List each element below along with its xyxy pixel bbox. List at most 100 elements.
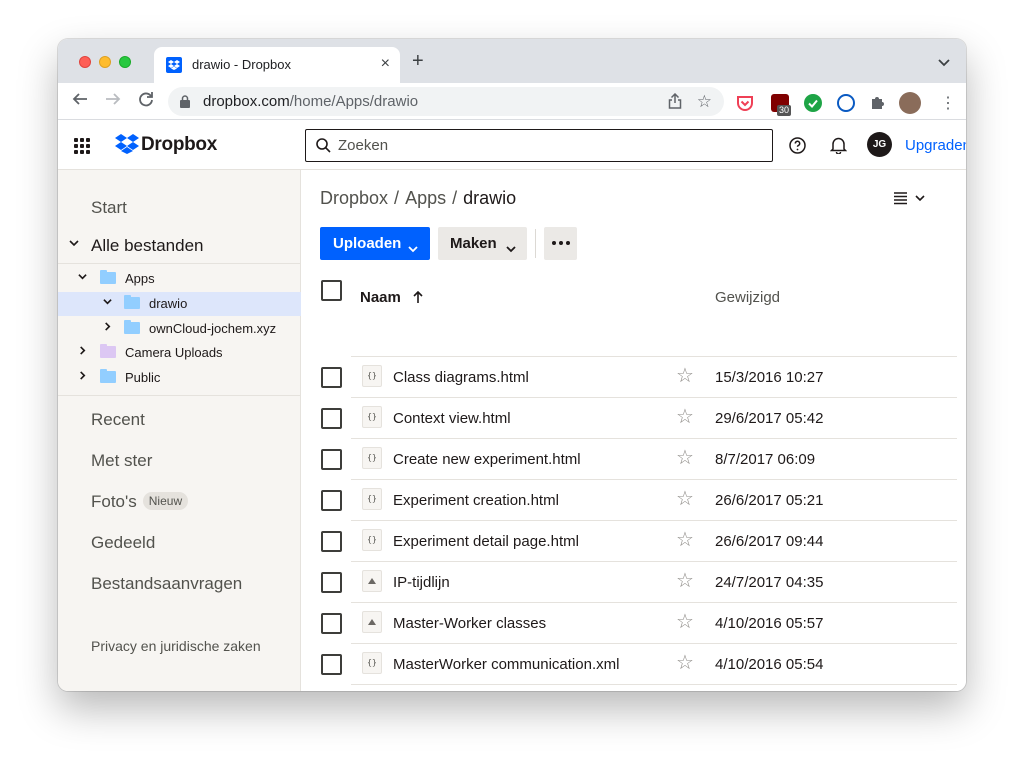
upgrade-link[interactable]: Upgraden	[905, 137, 966, 154]
file-name[interactable]: Master-Worker classes	[393, 615, 546, 632]
sidebar-item-all-files[interactable]: Alle bestanden	[58, 236, 301, 264]
tree-item-owncloud[interactable]: ownCloud-jochem.xyz	[58, 317, 301, 341]
file-row[interactable]: IP-tijdlijn ☆ 24/7/2017 04:35	[301, 562, 966, 603]
tree-item-drawio[interactable]: drawio	[58, 292, 301, 316]
file-name[interactable]: Create new experiment.html	[393, 451, 581, 468]
sidebar: Start Alle bestanden Apps drawio ownClou…	[58, 170, 301, 691]
star-icon[interactable]: ☆	[676, 366, 694, 386]
file-list-header: Naam Gewijzigd	[301, 273, 966, 317]
file-modified: 26/6/2017 05:21	[715, 492, 824, 509]
tree-item-public[interactable]: Public	[58, 366, 301, 390]
search-box[interactable]	[305, 129, 773, 162]
password-manager-icon[interactable]	[837, 94, 855, 112]
upload-button[interactable]: Uploaden	[320, 227, 430, 260]
file-row[interactable]: {} Experiment creation.html ☆ 26/6/2017 05:…	[301, 480, 966, 521]
sidebar-item-start[interactable]: Start	[91, 198, 127, 218]
browser-window: drawio - Dropbox × + dropbox.com/home/Ap…	[58, 39, 966, 691]
star-icon[interactable]: ☆	[676, 489, 694, 509]
chevron-right-icon[interactable]	[103, 322, 112, 334]
row-checkbox[interactable]	[321, 613, 342, 634]
dropbox-logo-icon[interactable]	[115, 134, 139, 159]
breadcrumb-apps[interactable]: Apps	[405, 188, 446, 208]
column-name-header[interactable]: Naam	[360, 289, 401, 306]
sidebar-item-starred[interactable]: Met ster	[91, 451, 152, 471]
help-icon[interactable]	[789, 137, 806, 159]
file-row[interactable]: {} Context view.html ☆ 29/6/2017 05:42	[301, 398, 966, 439]
file-row[interactable]: {}Workflow Diagram.html☆28/10/2016 05:15	[301, 685, 966, 691]
chevron-right-icon[interactable]	[78, 371, 87, 383]
extensions-puzzle-icon[interactable]	[870, 94, 888, 112]
star-icon[interactable]: ☆	[676, 653, 694, 673]
bookmark-star-icon[interactable]: ☆	[697, 92, 712, 112]
row-checkbox[interactable]	[321, 654, 342, 675]
bell-icon[interactable]	[829, 136, 848, 159]
new-tab-button[interactable]: +	[412, 51, 424, 71]
kebab-menu-icon[interactable]: ⋮	[940, 93, 956, 113]
profile-avatar-icon[interactable]	[899, 92, 921, 114]
row-checkbox[interactable]	[321, 572, 342, 593]
code-file-icon: {}	[362, 652, 382, 674]
sidebar-item-recent[interactable]: Recent	[91, 410, 145, 430]
chevron-down-icon[interactable]	[78, 272, 87, 284]
privacy-link[interactable]: Privacy en juridische zaken	[91, 638, 261, 655]
file-name[interactable]: Experiment detail page.html	[393, 533, 579, 550]
shared-folder-icon	[124, 295, 140, 309]
file-name[interactable]: Context view.html	[393, 410, 511, 427]
check-extension-icon[interactable]	[804, 94, 822, 112]
pocket-extension-icon[interactable]	[736, 94, 754, 112]
code-file-icon: {}	[362, 447, 382, 469]
zoom-window-button[interactable]	[119, 56, 131, 68]
tab-search-chevron-icon[interactable]	[938, 54, 950, 72]
row-checkbox[interactable]	[321, 408, 342, 429]
star-icon[interactable]: ☆	[676, 530, 694, 550]
browser-tab[interactable]: drawio - Dropbox ×	[154, 47, 400, 83]
sidebar-item-shared[interactable]: Gedeeld	[91, 533, 155, 553]
reload-icon[interactable]	[138, 91, 154, 111]
tree-item-label: Camera Uploads	[125, 345, 223, 360]
address-bar[interactable]: dropbox.com/home/Apps/drawio ☆	[168, 87, 724, 116]
chevron-down-icon[interactable]	[103, 297, 112, 309]
breadcrumb-dropbox[interactable]: Dropbox	[320, 188, 388, 208]
star-icon[interactable]: ☆	[676, 612, 694, 632]
column-modified-header[interactable]: Gewijzigd	[715, 289, 780, 306]
star-icon[interactable]: ☆	[676, 571, 694, 591]
tree-item-apps[interactable]: Apps	[58, 267, 301, 291]
row-checkbox[interactable]	[321, 531, 342, 552]
chevron-down-icon[interactable]	[69, 238, 79, 251]
file-name[interactable]: Experiment creation.html	[393, 492, 559, 509]
list-view-toggle-icon[interactable]	[893, 190, 927, 211]
minimize-window-button[interactable]	[99, 56, 111, 68]
select-all-checkbox[interactable]	[321, 280, 342, 301]
file-row[interactable]: Master-Worker classes ☆ 4/10/2016 05:57	[301, 603, 966, 644]
forward-arrow-icon[interactable]	[105, 91, 121, 111]
row-checkbox[interactable]	[321, 490, 342, 511]
tree-item-camera-uploads[interactable]: Camera Uploads	[58, 341, 301, 365]
back-arrow-icon[interactable]	[72, 91, 88, 111]
user-avatar[interactable]: JG	[867, 132, 892, 157]
file-name[interactable]: Class diagrams.html	[393, 369, 529, 386]
app-grid-icon[interactable]	[74, 138, 90, 154]
share-icon[interactable]	[668, 92, 682, 114]
more-actions-button[interactable]	[544, 227, 577, 260]
dropbox-wordmark[interactable]: Dropbox	[141, 134, 217, 156]
sort-up-arrow-icon[interactable]	[413, 290, 423, 306]
close-window-button[interactable]	[79, 56, 91, 68]
file-row[interactable]: {} Experiment detail page.html ☆ 26/6/2017 …	[301, 521, 966, 562]
star-icon[interactable]: ☆	[676, 407, 694, 427]
create-button[interactable]: Maken	[438, 227, 527, 260]
search-input[interactable]	[338, 130, 758, 161]
file-name[interactable]: MasterWorker communication.xml	[393, 656, 619, 673]
row-checkbox[interactable]	[321, 449, 342, 470]
code-file-icon: {}	[362, 488, 382, 510]
file-row[interactable]: {} MasterWorker communication.xml ☆ 4/10/20…	[301, 644, 966, 685]
sidebar-item-photos[interactable]: Foto's Nieuw	[91, 492, 189, 512]
sidebar-item-file-requests[interactable]: Bestandsaanvragen	[91, 574, 242, 594]
file-row[interactable]: {} Class diagrams.html ☆ 15/3/2016 10:27	[301, 357, 966, 398]
row-checkbox[interactable]	[321, 367, 342, 388]
chevron-right-icon[interactable]	[78, 346, 87, 358]
lock-icon[interactable]	[180, 95, 190, 113]
tab-close-icon[interactable]: ×	[381, 55, 390, 73]
file-name[interactable]: IP-tijdlijn	[393, 574, 450, 591]
star-icon[interactable]: ☆	[676, 448, 694, 468]
file-row[interactable]: {} Create new experiment.html ☆ 8/7/2017 06…	[301, 439, 966, 480]
